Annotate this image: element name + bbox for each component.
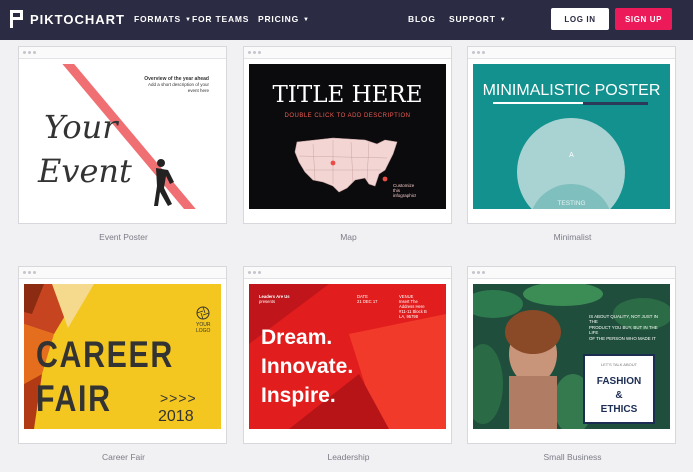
- venue-line-4: LA, 95798: [399, 314, 419, 319]
- template-label: Career Fair: [102, 452, 145, 462]
- divider-accent: [583, 102, 648, 105]
- organizer-presents: presents: [259, 299, 276, 304]
- event-date: 21 DEC 17: [357, 299, 378, 304]
- map-caption: Customize this infographic!: [393, 183, 416, 198]
- logo-text-2: LOGO: [196, 328, 211, 334]
- aperture-icon: [196, 306, 210, 320]
- template-thumbnail[interactable]: Overview of the year ahead Add a short d…: [24, 64, 221, 209]
- signup-button[interactable]: SIGN UP: [615, 8, 672, 30]
- quote-text: IS ABOUT QUALITY, NOT JUST IN THE PRODUC…: [589, 314, 665, 341]
- template-thumbnail[interactable]: YOUR LOGO CAREER FAIR >>>> 2018: [24, 284, 221, 429]
- card-window-bar: [244, 47, 451, 59]
- login-button[interactable]: LOG IN: [551, 8, 609, 30]
- template-card-minimalist[interactable]: MINIMALISTIC POSTER A TESTING Minimalist: [467, 46, 676, 242]
- brand-name: PIKTOCHART: [30, 11, 125, 27]
- template-label: Leadership: [327, 452, 370, 462]
- poster-subtext-2: event here: [187, 88, 209, 93]
- nav-pricing-label: PRICING: [258, 14, 300, 24]
- template-thumbnail[interactable]: TITLE HERE DOUBLE CLICK TO ADD DESCRIPTI…: [249, 64, 446, 209]
- box-eyebrow: LET'S TALK ABOUT: [600, 362, 638, 367]
- card-window-bar: [468, 47, 675, 59]
- piktochart-logo-icon: [10, 10, 24, 28]
- chevron-down-icon: ▼: [499, 17, 507, 23]
- map-description: DOUBLE CLICK TO ADD DESCRIPTION: [284, 113, 411, 119]
- nav-support-label: SUPPORT: [449, 14, 496, 24]
- template-label: Minimalist: [553, 232, 592, 242]
- man-silhouette-icon: [154, 159, 174, 206]
- template-card-small-business[interactable]: IS ABOUT QUALITY, NOT JUST IN THE PRODUC…: [467, 266, 676, 462]
- minimal-testing: TESTING: [557, 200, 586, 207]
- organizer-text: Leaders Are Us presents: [259, 294, 290, 304]
- quote-line-3: OF THE PERSON WHO MADE IT: [589, 335, 656, 341]
- dream-word: Dream.: [261, 326, 333, 349]
- inspire-word: Inspire.: [261, 384, 336, 407]
- nav-pricing[interactable]: PRICING ▼: [258, 14, 310, 24]
- nav-formats[interactable]: FORMATS ▼: [134, 14, 192, 24]
- poster-subtext-1: Add a short description of your: [147, 82, 209, 87]
- top-navbar: PIKTOCHART FORMATS ▼ FOR TEAMS PRICING ▼ B…: [0, 0, 693, 40]
- nav-blog-label: BLOG: [408, 14, 436, 24]
- map-title: TITLE HERE: [272, 82, 423, 108]
- poster-word-your: Your: [44, 108, 118, 146]
- chevrons-icon: >>>>: [160, 390, 197, 406]
- box-word-amp: &: [615, 390, 623, 401]
- poster-header-text: Overview of the year ahead Add a short d…: [144, 76, 209, 94]
- template-label: Event Poster: [99, 232, 148, 242]
- quote-line-1: IS ABOUT QUALITY, NOT JUST IN THE: [589, 314, 658, 325]
- card-window-bar: [19, 267, 226, 279]
- venue-block: VENUE Insert The Address Here #11-11 Blo…: [399, 294, 427, 319]
- nav-for-teams-label: FOR TEAMS: [192, 14, 250, 24]
- card-window-bar: [468, 267, 675, 279]
- fashion-ethics-box: LET'S TALK ABOUT FASHION & ETHICS: [583, 354, 655, 424]
- template-thumbnail[interactable]: MINIMALISTIC POSTER A TESTING: [473, 64, 670, 209]
- template-thumbnail[interactable]: Leaders Are Us presents DATE 21 DEC 17 V…: [249, 284, 446, 429]
- template-card-leadership[interactable]: Leaders Are Us presents DATE 21 DEC 17 V…: [243, 266, 452, 462]
- chevron-down-icon: ▼: [185, 17, 192, 23]
- date-block: DATE 21 DEC 17: [357, 294, 377, 304]
- nav-support[interactable]: SUPPORT ▼: [449, 14, 506, 24]
- template-label: Map: [340, 232, 357, 242]
- nav-blog[interactable]: BLOG: [408, 14, 436, 24]
- template-card-map[interactable]: TITLE HERE DOUBLE CLICK TO ADD DESCRIPTI…: [243, 46, 452, 242]
- box-word-ethics: ETHICS: [600, 404, 638, 415]
- career-year: 2018: [158, 408, 194, 425]
- template-thumbnail[interactable]: IS ABOUT QUALITY, NOT JUST IN THE PRODUC…: [473, 284, 670, 429]
- minimal-letter: A: [569, 152, 574, 159]
- card-window-bar: [244, 267, 451, 279]
- piktochart-logo[interactable]: PIKTOCHART: [10, 10, 125, 28]
- chevron-down-icon: ▼: [303, 17, 310, 23]
- usa-map-icon: [294, 137, 398, 193]
- minimal-title: MINIMALISTIC POSTER: [482, 82, 661, 99]
- nav-formats-label: FORMATS: [134, 14, 181, 24]
- map-caption-3: infographic!: [393, 193, 417, 198]
- poster-word-event: Event: [38, 152, 132, 190]
- card-window-bar: [19, 47, 226, 59]
- your-logo-placeholder: YOUR LOGO: [196, 306, 210, 334]
- template-label: Small Business: [543, 452, 602, 462]
- template-card-career-fair[interactable]: YOUR LOGO CAREER FAIR >>>> 2018 Career F…: [18, 266, 227, 462]
- career-word: CAREER: [36, 334, 174, 375]
- box-word-fashion: FASHION: [596, 376, 642, 387]
- nav-for-teams[interactable]: FOR TEAMS: [192, 14, 249, 24]
- template-card-event-poster[interactable]: Overview of the year ahead Add a short d…: [18, 46, 227, 242]
- innovate-word: Innovate.: [261, 355, 354, 378]
- fair-word: FAIR: [36, 378, 112, 419]
- quote-line-2: PRODUCT YOU BUY, BUT IN THE LIFE: [589, 324, 658, 336]
